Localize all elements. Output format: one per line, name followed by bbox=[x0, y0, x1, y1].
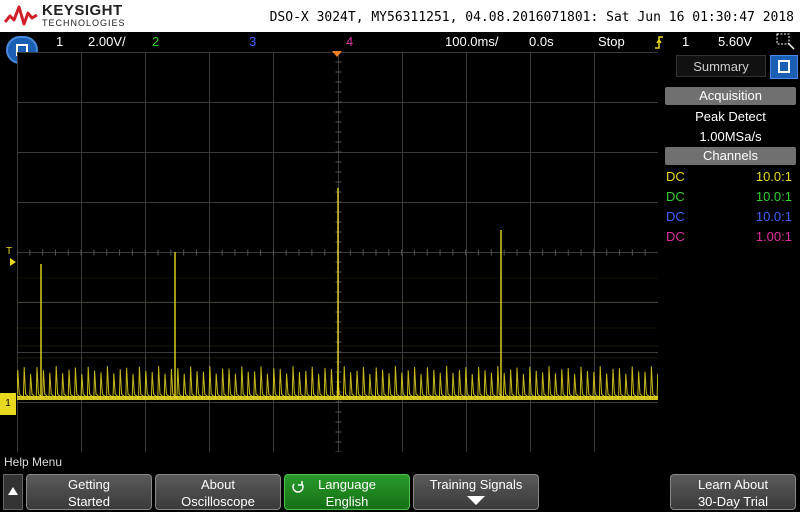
channels-header[interactable]: Channels bbox=[665, 147, 796, 165]
logo-text: KEYSIGHT bbox=[42, 2, 123, 19]
channel-row-1: DC 10.0:1 bbox=[666, 169, 794, 187]
softkey-line2: English bbox=[325, 494, 369, 509]
ch3-coupling: DC bbox=[666, 209, 685, 224]
touch-zoom-icon[interactable] bbox=[776, 33, 796, 51]
keysight-logo-icon bbox=[4, 5, 38, 26]
training-signals-button[interactable]: Training Signals bbox=[413, 474, 539, 510]
logo-subtext: TECHNOLOGIES bbox=[42, 18, 126, 28]
panel-menu-icon bbox=[778, 60, 790, 73]
softkey-line1: Getting bbox=[68, 477, 110, 492]
rotate-knob-icon bbox=[292, 481, 304, 493]
trigger-level-marker[interactable] bbox=[10, 258, 16, 266]
ch4-coupling: DC bbox=[666, 229, 685, 244]
tab-summary[interactable]: Summary bbox=[676, 55, 766, 77]
ch2-probe: 10.0:1 bbox=[755, 189, 792, 204]
ch1-ground-marker[interactable]: 1 bbox=[0, 393, 16, 415]
learn-about-trial-button[interactable]: Learn About 30-Day Trial bbox=[670, 474, 796, 510]
waveform-display[interactable] bbox=[17, 52, 658, 452]
ch1-coupling: DC bbox=[666, 169, 685, 184]
menu-title: Help Menu bbox=[4, 455, 63, 469]
softkey-line1: About bbox=[201, 477, 235, 492]
submenu-arrow-icon bbox=[467, 496, 485, 505]
ch1-ground-label: 1 bbox=[5, 398, 11, 409]
trigger-level[interactable]: 5.60V bbox=[718, 34, 752, 49]
channel-row-4: DC 1.00:1 bbox=[666, 229, 794, 247]
ch4-label[interactable]: 4 bbox=[346, 34, 353, 49]
ch2-coupling: DC bbox=[666, 189, 685, 204]
about-oscilloscope-button[interactable]: About Oscilloscope bbox=[155, 474, 281, 510]
ch1-waveform bbox=[17, 188, 658, 400]
channel-row-2: DC 10.0:1 bbox=[666, 189, 794, 207]
trigger-level-label: T bbox=[6, 246, 13, 257]
ch3-probe: 10.0:1 bbox=[755, 209, 792, 224]
sample-rate: 1.00MSa/s bbox=[699, 129, 762, 144]
softkey-line1: Learn About bbox=[697, 477, 769, 492]
acquisition-mode: Peak Detect bbox=[695, 109, 766, 124]
ch3-label[interactable]: 3 bbox=[249, 34, 256, 49]
acquisition-header[interactable]: Acquisition bbox=[665, 87, 796, 105]
language-button[interactable]: Language English bbox=[284, 474, 410, 510]
panel-menu-button[interactable] bbox=[770, 55, 798, 79]
trigger-position-marker[interactable] bbox=[332, 51, 342, 57]
trigger-edge-icon bbox=[655, 36, 663, 49]
menu-up-button[interactable] bbox=[3, 474, 23, 510]
softkey-line1: Training Signals bbox=[429, 477, 523, 492]
ch1-probe: 10.0:1 bbox=[755, 169, 792, 184]
instrument-info: DSO-X 3024T, MY56311251, 04.08.201607180… bbox=[269, 10, 794, 25]
ch1-scale[interactable]: 2.00V/ bbox=[88, 34, 126, 49]
status-bar: 1 2.00V/ 2 3 4 100.0ms/ 0.0s Stop 1 5.60… bbox=[0, 32, 800, 52]
time-scale[interactable]: 100.0ms/ bbox=[445, 34, 498, 49]
softkey-line2: Started bbox=[68, 494, 110, 509]
title-bar: KEYSIGHT TECHNOLOGIES DSO-X 3024T, MY563… bbox=[0, 0, 800, 32]
trigger-source[interactable]: 1 bbox=[682, 34, 689, 49]
time-delay[interactable]: 0.0s bbox=[529, 34, 554, 49]
softkey-line2: Oscilloscope bbox=[181, 494, 255, 509]
ch1-label[interactable]: 1 bbox=[56, 34, 63, 49]
run-state[interactable]: Stop bbox=[598, 34, 625, 49]
ch4-probe: 1.00:1 bbox=[755, 229, 792, 244]
ch2-label[interactable]: 2 bbox=[152, 34, 159, 49]
getting-started-button[interactable]: Getting Started bbox=[26, 474, 152, 510]
channel-row-3: DC 10.0:1 bbox=[666, 209, 794, 227]
softkey-line2: 30-Day Trial bbox=[697, 494, 769, 509]
